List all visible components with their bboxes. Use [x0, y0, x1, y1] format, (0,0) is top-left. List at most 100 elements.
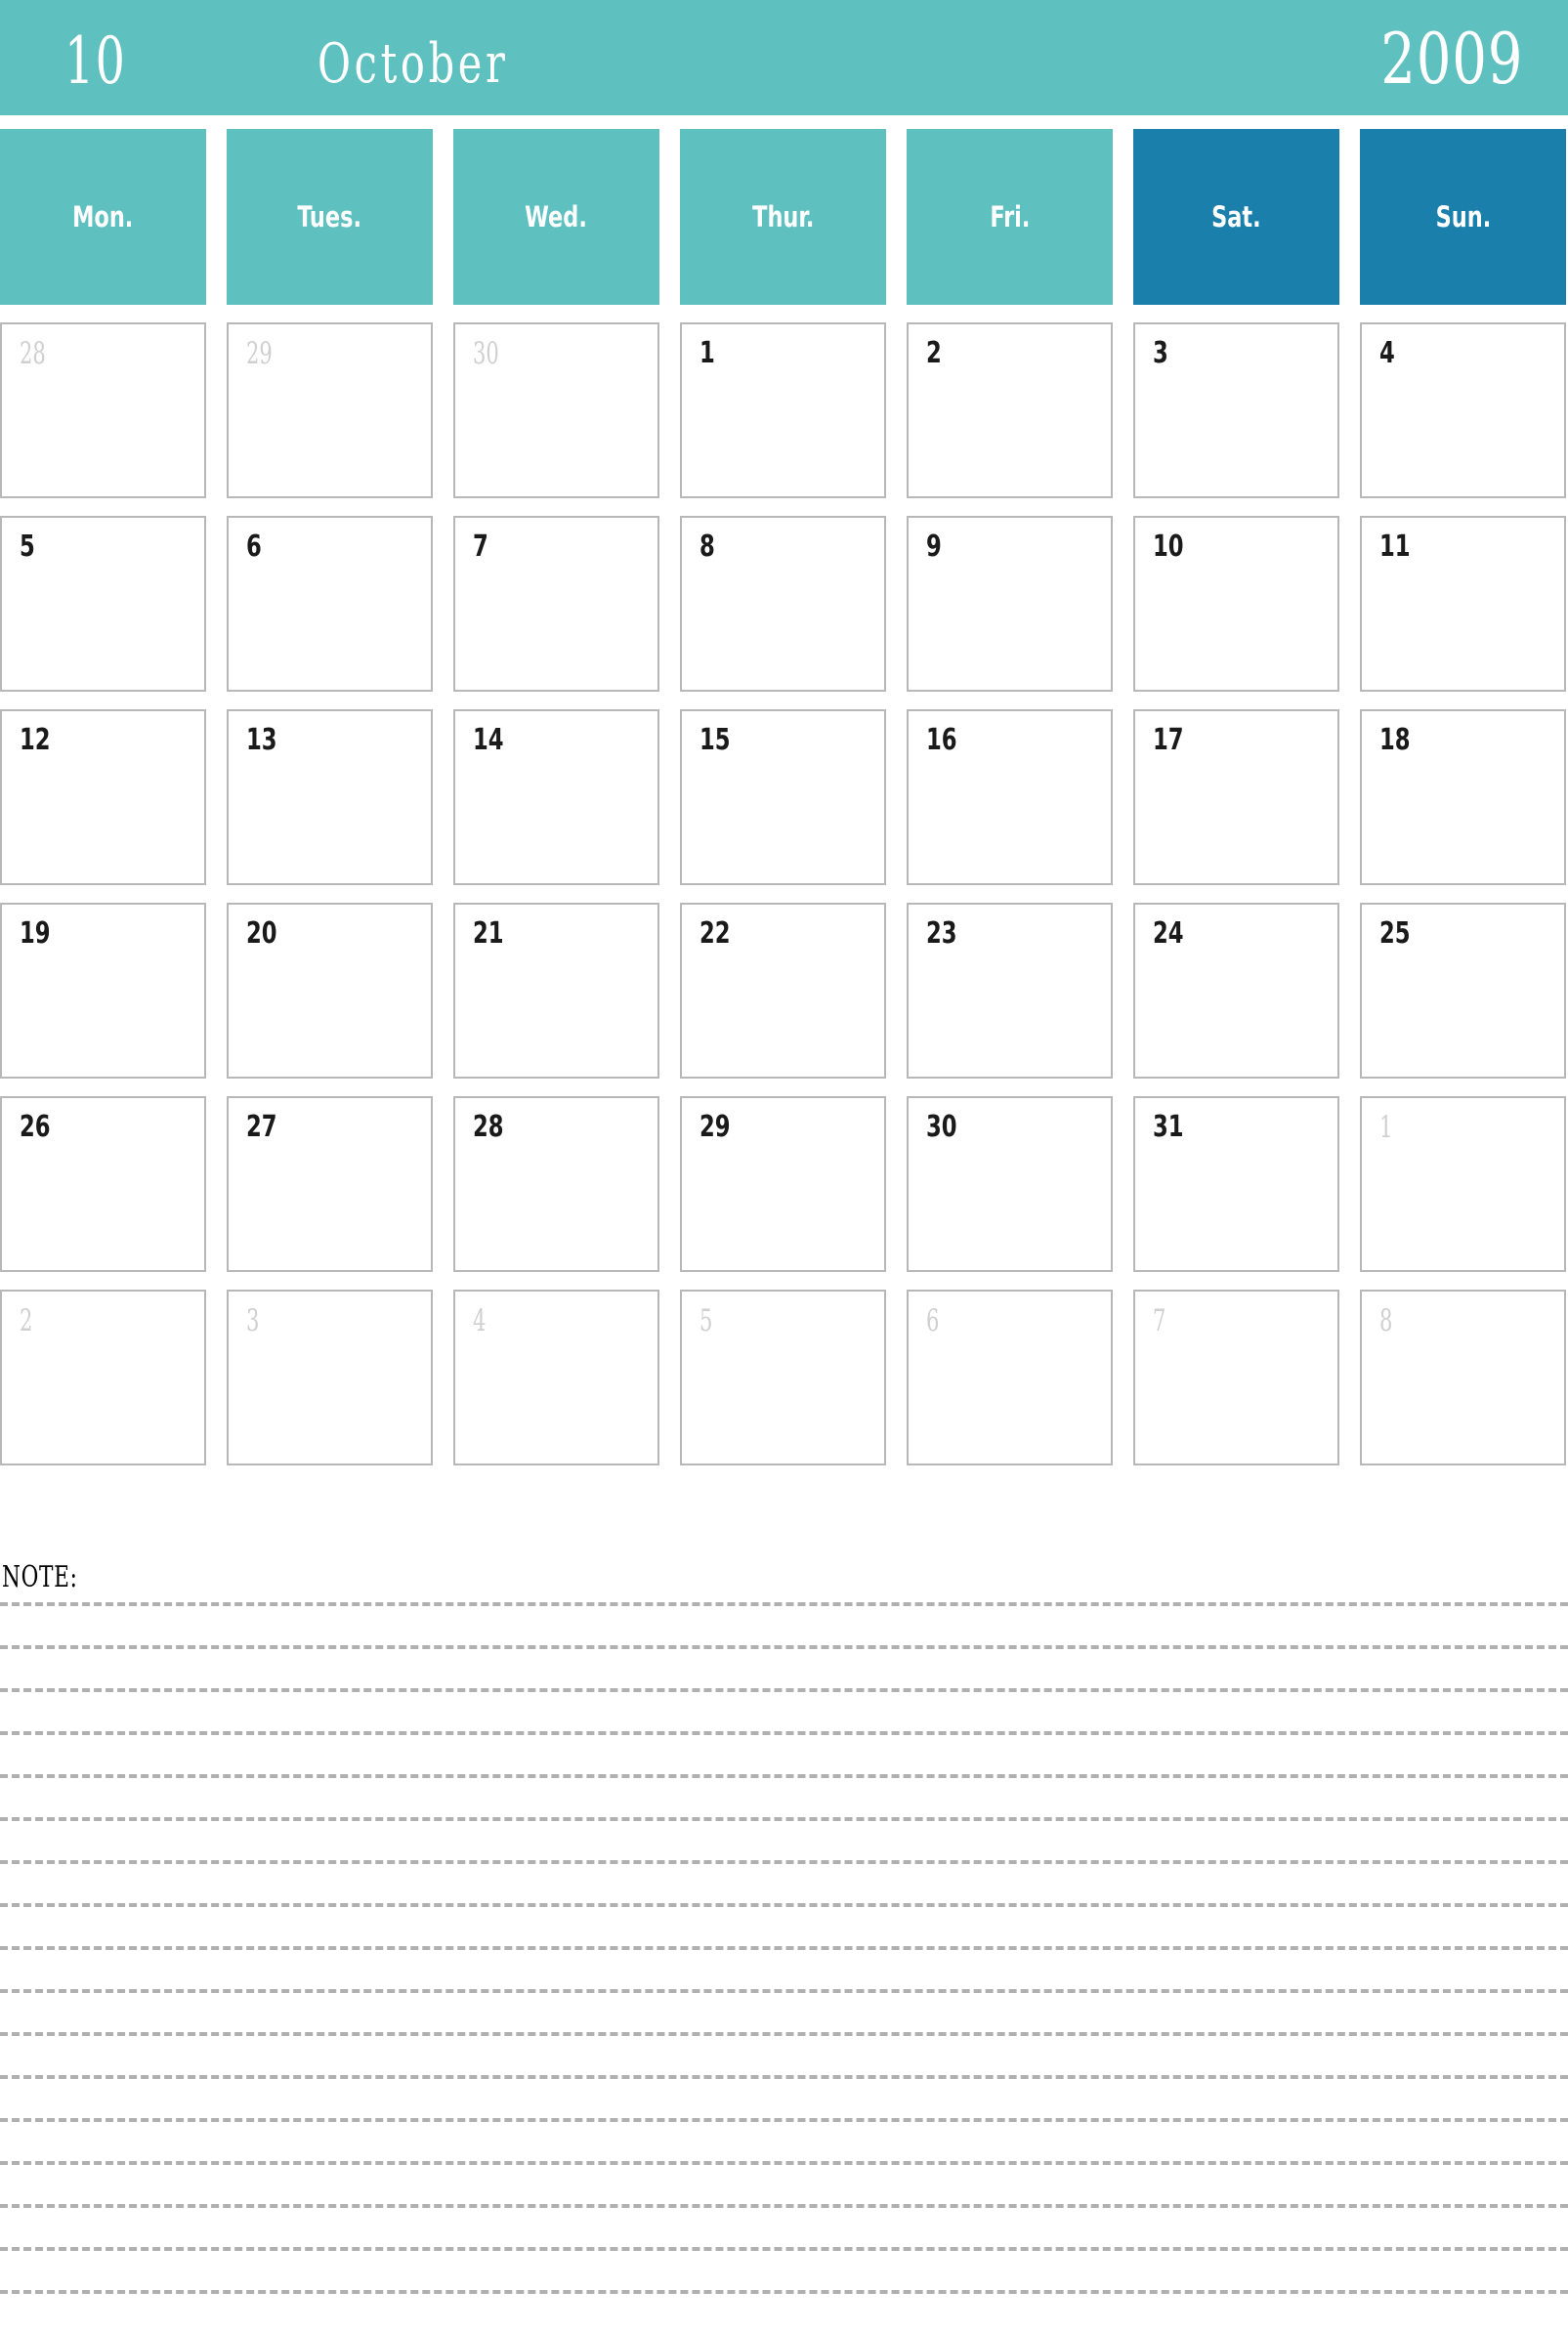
date-cell[interactable]: 19: [0, 903, 206, 1079]
date-cell[interactable]: 2: [0, 1290, 206, 1465]
date-cell[interactable]: 23: [907, 903, 1113, 1079]
date-number: 7: [1153, 1303, 1166, 1338]
date-cell[interactable]: 11: [1360, 516, 1566, 692]
date-number: 1: [699, 336, 715, 370]
date-cell[interactable]: 1: [1360, 1096, 1566, 1272]
date-cell[interactable]: 14: [453, 709, 659, 885]
note-line[interactable]: [0, 2204, 1568, 2208]
date-cell[interactable]: 29: [680, 1096, 886, 1272]
date-cell[interactable]: 21: [453, 903, 659, 1079]
date-number: 27: [246, 1110, 277, 1144]
date-cell[interactable]: 1: [680, 322, 886, 498]
date-cell[interactable]: 10: [1133, 516, 1339, 692]
date-cell[interactable]: 8: [680, 516, 886, 692]
date-number: 4: [1379, 336, 1395, 370]
note-line[interactable]: [0, 1903, 1568, 1907]
date-number: 15: [699, 723, 731, 757]
date-cell[interactable]: 6: [907, 1290, 1113, 1465]
date-cell[interactable]: 5: [680, 1290, 886, 1465]
date-cell[interactable]: 9: [907, 516, 1113, 692]
date-cell[interactable]: 16: [907, 709, 1113, 885]
date-number: 6: [246, 530, 262, 564]
date-number: 2: [926, 336, 942, 370]
date-cell[interactable]: 6: [227, 516, 433, 692]
date-number: 5: [699, 1303, 713, 1338]
weekday-header-thur: Thur.: [680, 129, 886, 305]
date-cell[interactable]: 24: [1133, 903, 1339, 1079]
weekday-label: Sat.: [1211, 200, 1261, 233]
date-cell[interactable]: 28: [453, 1096, 659, 1272]
date-cell[interactable]: 5: [0, 516, 206, 692]
date-cell[interactable]: 7: [1133, 1290, 1339, 1465]
note-line[interactable]: [0, 1989, 1568, 1993]
week-row: 19 20 21 22 23 24 25: [0, 903, 1568, 1079]
weekday-header-sun: Sun.: [1360, 129, 1566, 305]
date-number: 6: [926, 1303, 940, 1338]
date-cell[interactable]: 31: [1133, 1096, 1339, 1272]
date-number: 23: [926, 916, 957, 951]
date-cell[interactable]: 30: [453, 322, 659, 498]
date-number: 26: [20, 1110, 51, 1144]
note-line[interactable]: [0, 1645, 1568, 1649]
date-number: 12: [20, 723, 51, 757]
date-cell[interactable]: 22: [680, 903, 886, 1079]
date-number: 31: [1153, 1110, 1184, 1144]
weekday-header-sat: Sat.: [1133, 129, 1339, 305]
date-number: 29: [246, 336, 273, 371]
date-cell[interactable]: 25: [1360, 903, 1566, 1079]
weekday-header-wed: Wed.: [453, 129, 659, 305]
note-line[interactable]: [0, 2118, 1568, 2122]
date-cell[interactable]: 8: [1360, 1290, 1566, 1465]
date-number: 21: [473, 916, 504, 951]
date-cell[interactable]: 2: [907, 322, 1113, 498]
date-number: 22: [699, 916, 731, 951]
date-number: 7: [473, 530, 488, 564]
note-line[interactable]: [0, 1946, 1568, 1950]
date-number: 11: [1379, 530, 1411, 564]
date-cell[interactable]: 3: [227, 1290, 433, 1465]
date-number: 24: [1153, 916, 1184, 951]
note-line[interactable]: [0, 2290, 1568, 2294]
weekday-header-tues: Tues.: [227, 129, 433, 305]
weekday-label: Wed.: [525, 200, 588, 233]
date-number: 14: [473, 723, 504, 757]
date-number: 10: [1153, 530, 1184, 564]
note-lines-container[interactable]: [0, 1602, 1568, 2333]
date-number: 29: [699, 1110, 731, 1144]
note-line[interactable]: [0, 2032, 1568, 2036]
date-cell[interactable]: 15: [680, 709, 886, 885]
note-line[interactable]: [0, 2247, 1568, 2251]
date-number: 17: [1153, 723, 1184, 757]
date-cell[interactable]: 12: [0, 709, 206, 885]
month-number: 10: [64, 23, 127, 99]
date-cell[interactable]: 4: [1360, 322, 1566, 498]
date-cell[interactable]: 27: [227, 1096, 433, 1272]
weekday-label: Tues.: [297, 200, 362, 233]
date-cell[interactable]: 13: [227, 709, 433, 885]
weekday-header-mon: Mon.: [0, 129, 206, 305]
date-cell[interactable]: 30: [907, 1096, 1113, 1272]
week-row: 2 3 4 5 6 7 8: [0, 1290, 1568, 1465]
date-cell[interactable]: 7: [453, 516, 659, 692]
date-cell[interactable]: 4: [453, 1290, 659, 1465]
date-cell[interactable]: 20: [227, 903, 433, 1079]
date-cell[interactable]: 17: [1133, 709, 1339, 885]
date-number: 16: [926, 723, 957, 757]
note-line[interactable]: [0, 1774, 1568, 1778]
date-cell[interactable]: 29: [227, 322, 433, 498]
date-cell[interactable]: 28: [0, 322, 206, 498]
note-line[interactable]: [0, 1731, 1568, 1735]
note-line[interactable]: [0, 1688, 1568, 1692]
year-number: 2009: [1379, 18, 1523, 100]
week-row: 26 27 28 29 30 31 1: [0, 1096, 1568, 1272]
note-line[interactable]: [0, 1817, 1568, 1821]
week-row: 12 13 14 15 16 17 18: [0, 709, 1568, 885]
month-name: October: [318, 32, 509, 96]
date-cell[interactable]: 18: [1360, 709, 1566, 885]
date-cell[interactable]: 3: [1133, 322, 1339, 498]
note-line[interactable]: [0, 1602, 1568, 1606]
date-cell[interactable]: 26: [0, 1096, 206, 1272]
note-line[interactable]: [0, 1860, 1568, 1864]
note-line[interactable]: [0, 2161, 1568, 2165]
note-line[interactable]: [0, 2075, 1568, 2079]
